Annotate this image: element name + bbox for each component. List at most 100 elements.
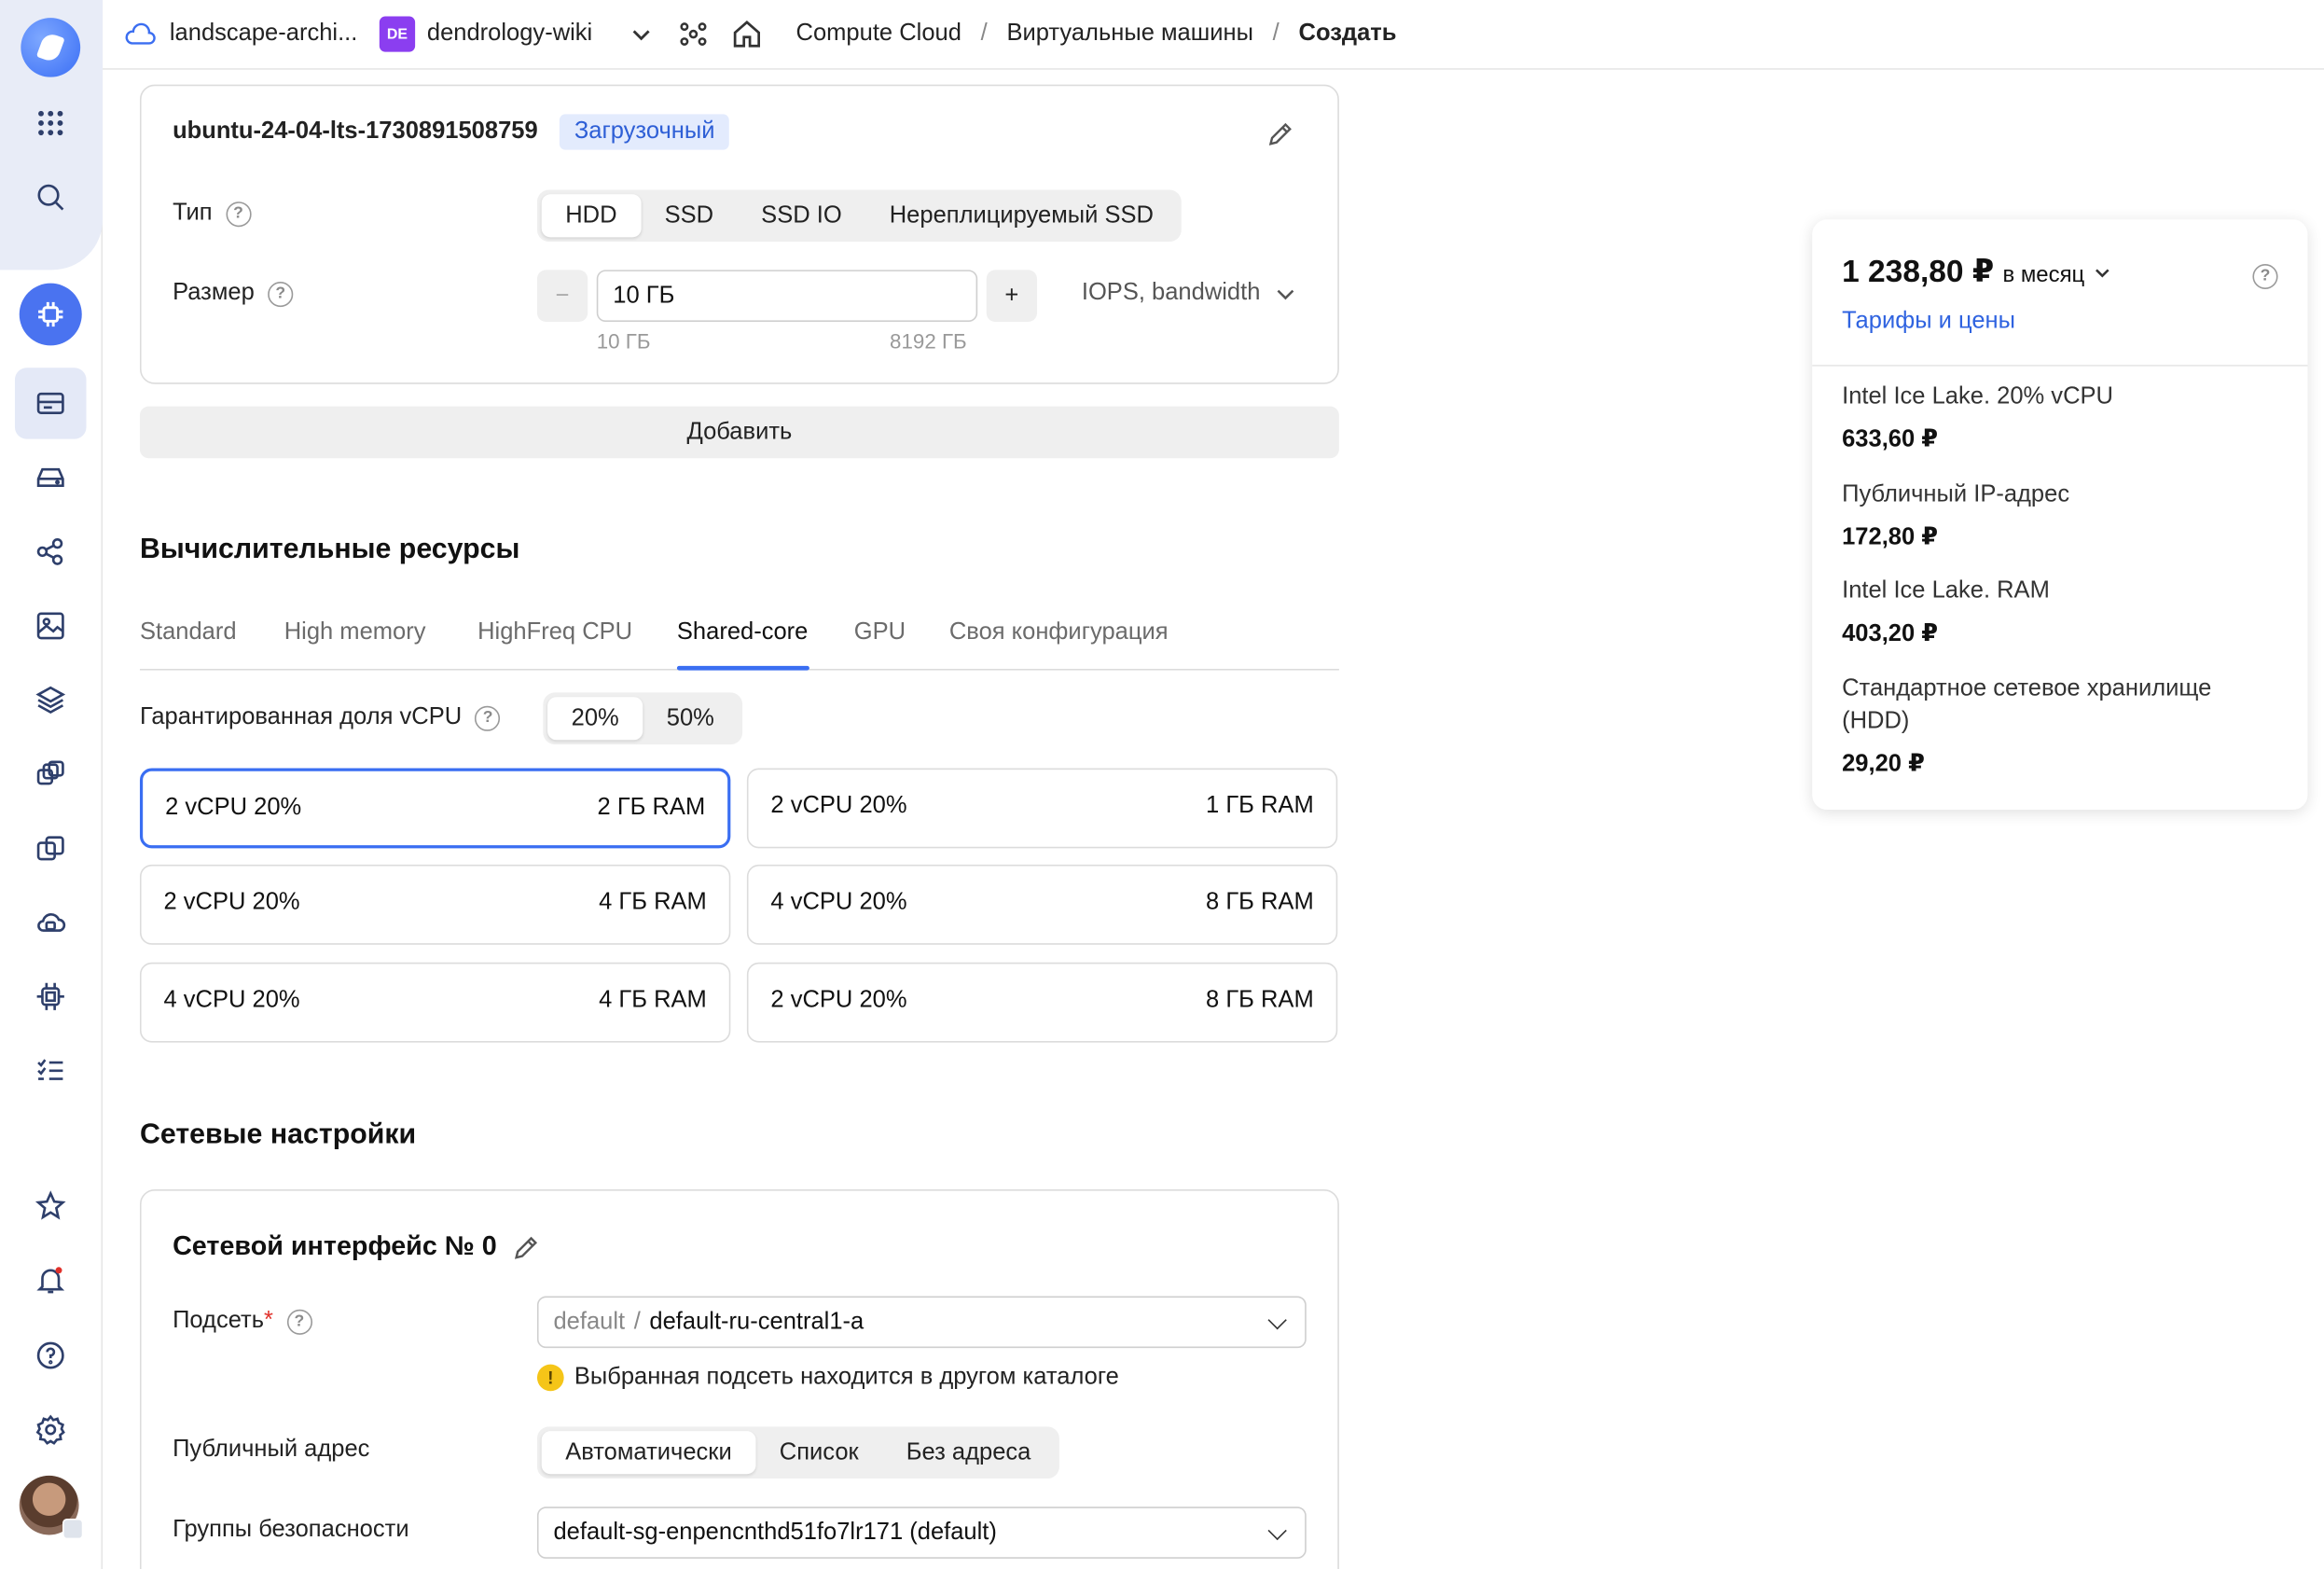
security-groups-select[interactable]: default-sg-enpencnthd51fo7lr171 (default… (536, 1507, 1307, 1559)
tab-shared-core[interactable]: Shared-core (677, 620, 808, 647)
vcpu-share-option-20[interactable]: 20% (547, 697, 643, 741)
cloud-logo-icon[interactable] (21, 18, 81, 77)
price-help-glyph: ? (2252, 263, 2278, 289)
resource-graph-icon[interactable] (679, 0, 709, 68)
tab-high-memory[interactable]: High memory (284, 620, 426, 647)
disk-size-help-icon[interactable]: ? (268, 281, 294, 307)
preset-cpu: 2 vCPU 20% (165, 795, 302, 821)
price-help-icon[interactable]: ? (2252, 261, 2278, 289)
iops-chevron-down-icon (1277, 289, 1294, 300)
favorites-star-icon[interactable] (30, 1185, 72, 1227)
settings-gear-icon[interactable] (30, 1409, 72, 1451)
breadcrumb-separator: / (1272, 21, 1280, 47)
preset-card[interactable]: 4 vCPU 20% 4 ГБ RAM (139, 962, 731, 1043)
vcpu-share-help-icon[interactable]: ? (475, 704, 501, 730)
folder-dropdown-chevron-icon[interactable] (629, 0, 654, 68)
folder-badge: DE (379, 0, 416, 68)
disk-size-decrement-button[interactable]: − (536, 270, 588, 322)
preset-cpu: 2 vCPU 20% (770, 987, 907, 1013)
iops-bandwidth-toggle[interactable]: IOPS, bandwidth (1082, 280, 1296, 307)
preset-card[interactable]: 2 vCPU 20% 2 ГБ RAM (139, 768, 731, 849)
placement-groups-icon[interactable] (30, 531, 72, 573)
price-total[interactable]: 1 238,80 ₽ в месяц (1842, 254, 2111, 291)
edit-interface-pencil-icon[interactable] (512, 1232, 542, 1270)
vcpu-share-selector: 20% 50% (543, 692, 743, 745)
preset-card[interactable]: 4 vCPU 20% 8 ГБ RAM (746, 864, 1338, 945)
price-item-value: 403,20 ₽ (1842, 621, 1939, 647)
price-total-value: 1 238,80 ₽ (1842, 255, 1995, 290)
subnet-help-icon[interactable]: ? (286, 1308, 312, 1335)
cloud-icon (123, 0, 156, 68)
price-item-name: Intel Ice Lake. RAM (1842, 578, 2050, 604)
disk-type-help-icon[interactable]: ? (225, 201, 252, 227)
cloud-name: landscape-archi... (169, 21, 358, 47)
left-rail (0, 0, 104, 1569)
edit-disk-pencil-icon[interactable] (1266, 118, 1296, 156)
subnet-folder: default (553, 1308, 626, 1335)
security-group-value: default-sg-enpencnthd51fo7lr171 (default… (553, 1519, 997, 1545)
disk-type-option-hdd[interactable]: HDD (541, 194, 642, 238)
folder-selector[interactable]: dendrology-wiki (427, 0, 592, 68)
images-icon[interactable] (30, 605, 72, 647)
boot-disk-tag: Загрузочный (559, 114, 730, 150)
dedicated-hosts-icon[interactable] (30, 827, 72, 869)
backups-icon[interactable] (30, 902, 72, 944)
disk-type-option-nonreplicated-ssd[interactable]: Нереплицируемый SSD (865, 194, 1177, 237)
tab-highfreq-cpu[interactable]: HighFreq CPU (477, 620, 632, 647)
help-icon[interactable] (30, 1335, 72, 1377)
disk-size-max: 8192 ГБ (890, 328, 967, 354)
warning-icon: ! (536, 1364, 564, 1392)
public-address-option-none[interactable]: Без адреса (882, 1431, 1055, 1474)
public-address-option-auto[interactable]: Автоматически (541, 1431, 756, 1475)
notifications-bell-icon[interactable] (30, 1259, 72, 1301)
disks-icon[interactable] (30, 457, 72, 499)
price-divider (1812, 365, 2308, 367)
subnet-select[interactable]: default / default-ru-central1-a (536, 1296, 1307, 1349)
disk-size-input[interactable]: 10 ГБ (596, 270, 978, 322)
preset-card[interactable]: 2 vCPU 20% 4 ГБ RAM (139, 864, 731, 945)
subnet-chevron-down-icon (1267, 1310, 1287, 1329)
public-address-option-list[interactable]: Список (755, 1431, 882, 1474)
preset-cpu: 2 vCPU 20% (163, 889, 300, 915)
preset-cpu: 4 vCPU 20% (770, 889, 907, 915)
disk-type-label-text: Тип (173, 200, 213, 226)
preset-ram: 1 ГБ RAM (1206, 793, 1314, 819)
breadcrumb-compute-cloud[interactable]: Compute Cloud (796, 21, 961, 48)
breadcrumb-virtual-machines[interactable]: Виртуальные машины (1006, 21, 1252, 48)
disk-size-increment-button[interactable]: + (986, 270, 1037, 322)
tab-gpu[interactable]: GPU (854, 620, 906, 647)
preset-card[interactable]: 2 vCPU 20% 1 ГБ RAM (746, 768, 1338, 849)
preset-card[interactable]: 2 vCPU 20% 8 ГБ RAM (746, 962, 1338, 1043)
avatar-lock-badge-icon (62, 1518, 84, 1540)
disk-type-option-ssd[interactable]: SSD (641, 194, 738, 237)
disk-size-label: Размер ? (173, 280, 294, 307)
search-icon[interactable] (30, 176, 72, 218)
public-address-label: Публичный адрес (173, 1437, 370, 1463)
disk-type-option-ssd-io[interactable]: SSD IO (738, 194, 866, 237)
price-chevron-down-icon (2095, 269, 2110, 278)
tab-custom-config[interactable]: Своя конфигурация (949, 620, 1169, 647)
preset-ram: 8 ГБ RAM (1206, 987, 1314, 1013)
operations-list-icon[interactable] (30, 1050, 72, 1092)
vcpu-share-option-50[interactable]: 50% (643, 697, 738, 740)
services-grid-icon[interactable] (30, 103, 72, 145)
add-disk-button[interactable]: Добавить (139, 406, 1339, 459)
subnet-label: Подсеть * ? (173, 1308, 312, 1335)
vcpu-share-label-text: Гарантированная доля vCPU (139, 704, 463, 730)
tariffs-link[interactable]: Тарифы и цены (1842, 309, 2015, 336)
breadcrumb-separator: / (980, 21, 988, 47)
subnet-warning-text: Выбранная подсеть находится в другом кат… (574, 1364, 1119, 1390)
cloud-selector[interactable]: landscape-archi... (170, 0, 357, 68)
price-item-name: Стандартное сетевое хранилище (HDD) (1842, 675, 2212, 734)
gpu-clusters-icon[interactable] (30, 976, 72, 1018)
disk-size-label-text: Размер (173, 280, 255, 306)
tab-standard[interactable]: Standard (140, 620, 237, 647)
instance-groups-icon[interactable] (30, 754, 72, 796)
security-groups-chevron-down-icon (1267, 1520, 1287, 1540)
preset-ram: 4 ГБ RAM (599, 889, 707, 915)
vcpu-share-label: Гарантированная доля vCPU ? (140, 704, 501, 731)
virtual-machines-icon[interactable] (30, 382, 72, 424)
home-icon[interactable] (730, 0, 763, 68)
compute-cloud-service-icon[interactable] (19, 283, 82, 346)
snapshots-icon[interactable] (30, 679, 72, 721)
